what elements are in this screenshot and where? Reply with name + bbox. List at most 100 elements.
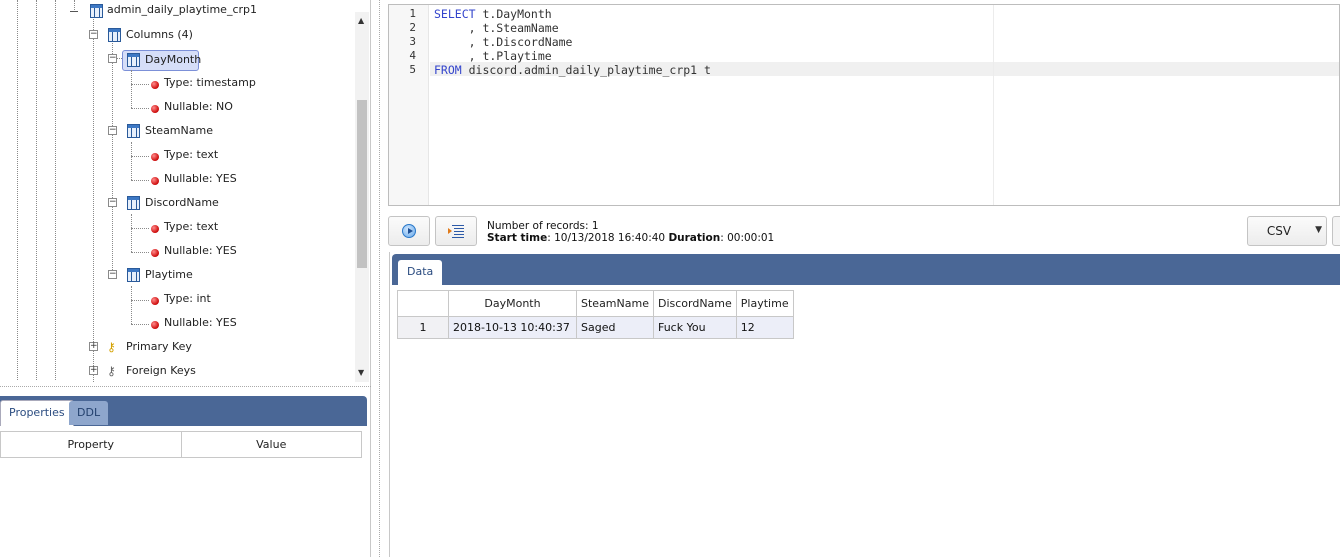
column-nullable[interactable]: Nullable: YES xyxy=(164,316,237,330)
tree-column-daymonth[interactable]: DayMonth xyxy=(122,50,201,71)
tree-guide xyxy=(131,84,149,85)
tab-properties[interactable]: Properties xyxy=(0,400,74,426)
left-panel: admin_daily_playtime_crp1 − Columns (4) … xyxy=(0,0,371,557)
column-nullable[interactable]: Nullable: YES xyxy=(164,172,237,186)
column-type[interactable]: Type: timestamp xyxy=(164,76,256,90)
column-type[interactable]: Type: text xyxy=(164,148,218,162)
tree-scrollbar[interactable]: ▲ ▼ xyxy=(355,12,369,382)
column-header[interactable]: DayMonth xyxy=(448,290,577,317)
code-line[interactable]: FROM discord.admin_daily_playtime_crp1 t xyxy=(434,63,711,77)
play-icon xyxy=(402,224,416,238)
tree-guide xyxy=(131,228,149,229)
table-cell[interactable]: Saged xyxy=(576,316,654,339)
foreign-key-icon: ⚷ xyxy=(107,364,116,378)
line-number: 3 xyxy=(409,35,416,48)
column-header[interactable]: SteamName xyxy=(576,290,654,317)
export-format-select[interactable]: CSV ▼ xyxy=(1247,216,1327,246)
property-icon xyxy=(151,105,159,113)
code-text: , t.DiscordName xyxy=(434,35,573,49)
collapse-toggle[interactable]: − xyxy=(89,30,98,39)
code-line[interactable]: SELECT t.DayMonth xyxy=(434,7,552,21)
property-icon xyxy=(151,81,159,89)
collapse-toggle[interactable]: − xyxy=(108,54,117,63)
table-icon xyxy=(90,4,103,18)
results-panel: Data DayMonth SteamName DiscordName Play… xyxy=(389,252,1340,557)
column-nullable[interactable]: Nullable: YES xyxy=(164,244,237,258)
collapse-toggle[interactable]: − xyxy=(108,270,117,279)
sql-editor[interactable]: 1 2 3 4 5 SELECT t.DayMonth , t.SteamNam… xyxy=(388,4,1340,206)
print-margin xyxy=(993,5,994,205)
scroll-down-icon[interactable]: ▼ xyxy=(358,368,364,377)
tree-primary-key[interactable]: Primary Key xyxy=(126,340,192,354)
properties-table: Property Value xyxy=(0,431,363,458)
property-icon xyxy=(151,153,159,161)
horizontal-splitter[interactable] xyxy=(0,386,371,387)
line-number: 4 xyxy=(409,49,416,62)
tree-columns-folder[interactable]: Columns (4) xyxy=(126,28,193,42)
code-line[interactable]: , t.SteamName xyxy=(434,21,559,35)
expand-toggle[interactable]: + xyxy=(89,366,98,375)
tree-guide xyxy=(112,40,113,276)
column-nullable[interactable]: Nullable: NO xyxy=(164,100,233,114)
column-header[interactable]: Playtime xyxy=(735,290,794,317)
table-cell[interactable]: Fuck You xyxy=(652,316,737,339)
line-number: 5 xyxy=(409,63,416,76)
vertical-splitter[interactable] xyxy=(379,0,380,557)
tree-column-discordname[interactable]: DiscordName xyxy=(145,196,219,210)
scroll-up-icon[interactable]: ▲ xyxy=(358,16,364,25)
column-type[interactable]: Type: int xyxy=(164,292,211,306)
results-grid: DayMonth SteamName DiscordName Playtime … xyxy=(397,290,794,339)
tree-guide xyxy=(131,300,149,301)
table-row[interactable]: 1 2018-10-13 10:40:37 Saged Fuck You 12 xyxy=(397,316,794,339)
value-header[interactable]: Value xyxy=(180,431,363,458)
table-cell[interactable]: 12 xyxy=(735,316,794,339)
tree-table-label[interactable]: admin_daily_playtime_crp1 xyxy=(107,3,257,17)
code-line[interactable]: , t.Playtime xyxy=(434,49,552,63)
property-icon xyxy=(151,177,159,185)
tree-guide xyxy=(55,0,56,380)
tree-column-playtime[interactable]: Playtime xyxy=(145,268,193,282)
tree-guide xyxy=(131,70,132,108)
code-text: , t.SteamName xyxy=(434,21,559,35)
duration-label: Duration xyxy=(668,232,721,244)
query-stats: Number of records: 1 Start time: 10/13/2… xyxy=(487,220,774,244)
line-number: 2 xyxy=(409,21,416,34)
property-header[interactable]: Property xyxy=(0,431,182,458)
column-type[interactable]: Type: text xyxy=(164,220,218,234)
tab-data[interactable]: Data xyxy=(398,260,443,286)
export-button[interactable] xyxy=(1332,216,1340,246)
duration-value: : 00:00:01 xyxy=(720,232,775,244)
tree-foreign-keys[interactable]: Foreign Keys xyxy=(126,364,196,378)
properties-tabbar: Properties DDL xyxy=(0,396,367,426)
tree-guide xyxy=(17,0,18,380)
code-text: discord.admin_daily_playtime_crp1 t xyxy=(461,63,711,77)
timing-line: Start time: 10/13/2018 16:40:40 Duration… xyxy=(487,232,774,244)
property-icon xyxy=(151,225,159,233)
collapse-toggle[interactable]: − xyxy=(108,126,117,135)
expand-toggle[interactable]: + xyxy=(89,342,98,351)
code-text: , t.Playtime xyxy=(434,49,552,63)
property-icon xyxy=(151,321,159,329)
chevron-down-icon: ▼ xyxy=(1315,225,1322,235)
schema-tree: admin_daily_playtime_crp1 − Columns (4) … xyxy=(0,0,371,382)
line-number: 1 xyxy=(409,7,416,20)
column-icon xyxy=(127,268,140,282)
table-cell[interactable]: 2018-10-13 10:40:37 xyxy=(448,316,577,339)
code-line[interactable]: , t.DiscordName xyxy=(434,35,573,49)
records-count: Number of records: 1 xyxy=(487,220,599,232)
tree-guide xyxy=(93,16,94,382)
column-header[interactable]: DiscordName xyxy=(652,290,737,317)
column-icon xyxy=(127,196,140,210)
start-time-value: : 10/13/2018 16:40:40 xyxy=(547,232,669,244)
tree-guide xyxy=(131,108,149,109)
collapse-icon[interactable] xyxy=(70,11,78,12)
collapse-toggle[interactable]: − xyxy=(108,198,117,207)
scrollbar-thumb[interactable] xyxy=(357,100,367,268)
run-query-button[interactable] xyxy=(388,216,430,246)
tree-column-steamname[interactable]: SteamName xyxy=(145,124,213,138)
tab-ddl[interactable]: DDL xyxy=(69,401,109,425)
grid-header-row: DayMonth SteamName DiscordName Playtime xyxy=(397,290,794,317)
tree-guide xyxy=(131,252,149,253)
tree-guide xyxy=(36,0,37,380)
format-sql-button[interactable] xyxy=(435,216,477,246)
